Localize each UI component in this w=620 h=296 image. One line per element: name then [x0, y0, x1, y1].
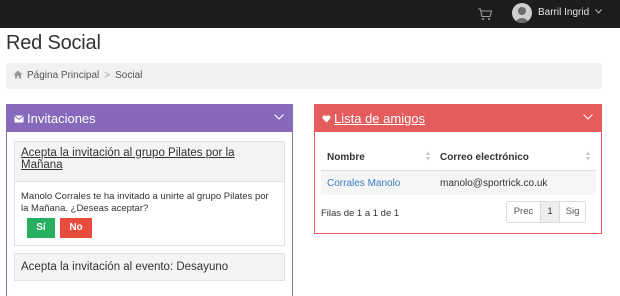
page-title: Red Social — [6, 32, 101, 54]
invitation-card: Acepta la invitación al grupo Pilates po… — [14, 141, 285, 246]
breadcrumb-separator: > — [104, 70, 111, 81]
table-header: Nombre Correo electrónico — [321, 143, 596, 171]
invitations-panel: Invitaciones Acepta la invitación al gru… — [6, 104, 293, 296]
friend-name-link[interactable]: Corrales Manolo — [327, 178, 400, 189]
top-bar: Barril Ingrid — [0, 0, 620, 28]
reject-button[interactable]: No — [60, 218, 92, 238]
chevron-down-icon — [595, 9, 602, 14]
breadcrumb: Página Principal > Social — [6, 63, 602, 89]
invitations-panel-header[interactable]: Invitaciones — [7, 105, 292, 132]
home-icon — [13, 70, 23, 79]
invitation-message: Manolo Corrales te ha invitado a unirte … — [21, 191, 269, 214]
invitation-title[interactable]: Acepta la invitación al grupo Pilates po… — [15, 142, 284, 182]
invitations-panel-title: Invitaciones — [27, 111, 96, 126]
friends-panel-title[interactable]: Lista de amigos — [334, 111, 425, 126]
breadcrumb-current: Social — [115, 70, 143, 81]
friends-panel-header[interactable]: Lista de amigos — [315, 105, 601, 132]
heart-icon — [322, 115, 331, 123]
collapse-chevron-icon[interactable] — [583, 114, 593, 120]
invitation-title-text[interactable]: Acepta la invitación al grupo Pilates po… — [21, 147, 235, 171]
user-menu[interactable]: Barril Ingrid — [538, 7, 602, 18]
user-name: Barril Ingrid — [538, 7, 590, 18]
sort-icon[interactable] — [425, 151, 431, 161]
table-row: Corrales Manolo manolo@sportrick.co.uk — [321, 171, 596, 195]
friends-table: Nombre Correo electrónico Corrales Manol… — [321, 143, 596, 195]
sort-icon[interactable] — [585, 151, 591, 161]
prev-page-button[interactable]: Prec — [506, 201, 541, 223]
accept-button[interactable]: Sí — [27, 218, 55, 238]
cart-icon[interactable] — [477, 7, 493, 21]
column-header-email[interactable]: Correo electrónico — [440, 152, 529, 163]
friends-panel: Lista de amigos Nombre Correo electrónic… — [314, 104, 602, 234]
current-page-button[interactable]: 1 — [540, 201, 560, 223]
invitation-title-text[interactable]: Acepta la invitación al evento: Desayuno — [21, 261, 228, 273]
avatar[interactable] — [512, 3, 532, 23]
table-info: Filas de 1 a 1 de 1 — [321, 208, 400, 219]
column-header-name[interactable]: Nombre — [327, 152, 365, 163]
breadcrumb-home[interactable]: Página Principal — [27, 70, 99, 81]
collapse-chevron-icon[interactable] — [274, 114, 284, 120]
envelope-icon — [14, 115, 24, 123]
pagination: Prec 1 Sig — [506, 201, 586, 223]
next-page-button[interactable]: Sig — [559, 201, 586, 223]
friend-email: manolo@sportrick.co.uk — [440, 178, 548, 189]
invitation-card-collapsed[interactable]: Acepta la invitación al evento: Desayuno — [14, 253, 285, 281]
